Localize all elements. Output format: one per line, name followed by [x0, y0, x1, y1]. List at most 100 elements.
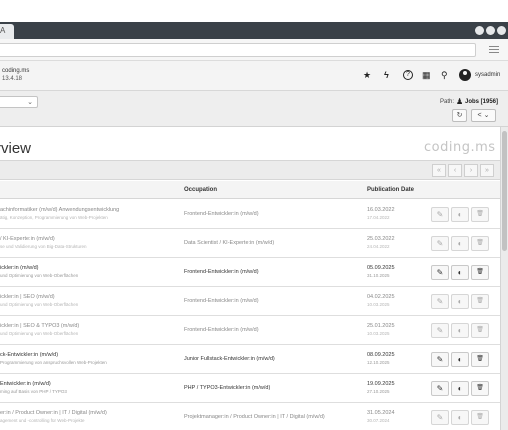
end-date: 12.10.2025 [367, 360, 390, 365]
table-row[interactable]: ickler:in (m/w/d) und Optimierung von Web… [0, 258, 500, 287]
star-icon[interactable]: ★ [363, 70, 371, 80]
grid-icon[interactable]: ▦ [422, 70, 431, 80]
screen-top-margin [0, 0, 508, 22]
chevron-down-icon: ⌄ [27, 99, 33, 106]
occupation-cell: Data Scientist / KI-Experte:in (m/w/d) [184, 240, 275, 246]
view-select[interactable]: ⌄ [0, 96, 38, 108]
column-header-publication-date[interactable]: Publication Date [367, 187, 414, 193]
job-teaser: und Optimierung von Web-Oberflächen [0, 273, 79, 278]
end-date: 31.10.2025 [367, 273, 390, 278]
table-row[interactable]: ickler:in | SEO (m/w/d) und Optimierung v… [0, 287, 500, 316]
visibility-toggle-icon[interactable]: ◐ [451, 352, 469, 367]
job-teaser: Programmierung von anspruchsvollen Web-P… [0, 360, 107, 365]
table-row[interactable]: er:in / Product Owner:in | IT / Digital … [0, 403, 500, 430]
end-date: 27.10.2025 [367, 389, 390, 394]
username[interactable]: sysadmin [475, 72, 500, 78]
last-page-button[interactable]: » [480, 164, 494, 177]
tab-label: A [0, 26, 6, 35]
job-teaser: se und Validierung von Big-Data-Struktur… [0, 244, 87, 249]
publication-date: 25.01.2025 [367, 323, 395, 329]
end-date: 24.04.2022 [367, 244, 390, 249]
delete-icon[interactable]: 🗑 [471, 236, 489, 251]
delete-icon[interactable]: 🗑 [471, 265, 489, 280]
scrollbar[interactable] [500, 127, 508, 430]
first-page-button[interactable]: « [432, 164, 446, 177]
publication-date: 31.05.2024 [367, 410, 395, 416]
publication-date: 05.09.2025 [367, 265, 395, 271]
table-header: Occupation Publication Date [0, 181, 500, 199]
end-date: 10.03.2025 [367, 331, 390, 336]
user-avatar-icon[interactable] [459, 69, 471, 81]
delete-icon[interactable]: 🗑 [471, 352, 489, 367]
edit-icon[interactable]: ✎ [431, 410, 449, 425]
publication-date: 16.03.2022 [367, 207, 395, 213]
address-bar[interactable] [0, 43, 476, 57]
pagination-bar: « ‹ › » [0, 160, 500, 180]
publication-date: 04.02.2025 [367, 294, 395, 300]
visibility-toggle-icon[interactable]: ◐ [451, 265, 469, 280]
brand-logo: coding.ms [424, 140, 496, 155]
job-title[interactable]: er:in / Product Owner:in | IT / Digital … [0, 410, 107, 416]
edit-icon[interactable]: ✎ [431, 236, 449, 251]
table-row[interactable]: achinformatiker (m/w/d) Anwendungsentwic… [0, 200, 500, 229]
edit-icon[interactable]: ✎ [431, 207, 449, 222]
table-row[interactable]: ickler:in | SEO & TYPO3 (m/w/d) und Optim… [0, 316, 500, 345]
visibility-toggle-icon[interactable]: ◐ [451, 381, 469, 396]
window-minimize-button[interactable] [475, 26, 484, 35]
hamburger-menu-icon[interactable] [489, 46, 499, 54]
table-row[interactable]: ck-Entwickler:in (m/w/d) Programmierung v… [0, 345, 500, 374]
help-icon[interactable]: ? [403, 70, 413, 80]
job-title[interactable]: ickler:in | SEO (m/w/d) [0, 294, 55, 300]
path-label: Path: [440, 99, 455, 105]
doc-header: ⌄ Path: ♟ Jobs [1956] ↻ < ⌄ [0, 91, 508, 127]
refresh-button[interactable]: ↻ [452, 109, 467, 122]
module-header: coding.ms 13.4.18 ★ ϟ ? ▦ ⚲ sysadmin [0, 61, 508, 91]
next-page-button[interactable]: › [464, 164, 478, 177]
column-header-occupation[interactable]: Occupation [184, 187, 217, 193]
table-row[interactable]: / KI-Experte:in (m/w/d) se und Validierun… [0, 229, 500, 258]
delete-icon[interactable]: 🗑 [471, 410, 489, 425]
edit-icon[interactable]: ✎ [431, 381, 449, 396]
site-version: 13.4.18 [2, 76, 23, 82]
edit-icon[interactable]: ✎ [431, 352, 449, 367]
share-button[interactable]: < ⌄ [471, 109, 496, 122]
end-date: 17.04.2022 [367, 215, 390, 220]
delete-icon[interactable]: 🗑 [471, 207, 489, 222]
publication-date: 19.09.2025 [367, 381, 395, 387]
delete-icon[interactable]: 🗑 [471, 323, 489, 338]
bolt-icon[interactable]: ϟ [384, 70, 389, 80]
search-icon[interactable]: ⚲ [441, 70, 448, 80]
path-title[interactable]: Jobs [1956] [465, 99, 498, 105]
visibility-toggle-icon[interactable]: ◐ [451, 323, 469, 338]
delete-icon[interactable]: 🗑 [471, 381, 489, 396]
browser-tab[interactable]: A [0, 24, 14, 39]
visibility-toggle-icon[interactable]: ◐ [451, 410, 469, 425]
browser-titlebar: A [0, 22, 508, 39]
table-row[interactable]: Entwickler:in (m/w/d) ming auf Basis von … [0, 374, 500, 403]
job-title[interactable]: ickler:in (m/w/d) [0, 265, 39, 271]
job-title[interactable]: ickler:in | SEO & TYPO3 (m/w/d) [0, 323, 79, 329]
occupation-cell: PHP / TYPO3-Entwickler:in (m/w/d) [184, 385, 271, 391]
edit-icon[interactable]: ✎ [431, 323, 449, 338]
edit-icon[interactable]: ✎ [431, 294, 449, 309]
visibility-toggle-icon[interactable]: ◐ [451, 207, 469, 222]
window-close-button[interactable] [497, 26, 506, 35]
visibility-toggle-icon[interactable]: ◐ [451, 236, 469, 251]
share-icon: < ⌄ [477, 112, 490, 119]
visibility-toggle-icon[interactable]: ◐ [451, 294, 469, 309]
job-teaser: ming auf Basis von PHP / TYPO3 [0, 389, 67, 394]
prev-page-button[interactable]: ‹ [448, 164, 462, 177]
site-name[interactable]: coding.ms [2, 68, 29, 74]
page-title: rview [0, 140, 32, 157]
edit-icon[interactable]: ✎ [431, 265, 449, 280]
job-teaser: agement und -controlling für Web-Projekt… [0, 418, 85, 423]
occupation-cell: Frontend-Entwickler:in (m/w/d) [184, 269, 259, 275]
scroll-thumb[interactable] [502, 131, 507, 251]
job-title[interactable]: ck-Entwickler:in (m/w/d) [0, 352, 58, 358]
occupation-cell: Frontend-Entwickler:in (m/w/d) [184, 327, 259, 333]
job-title[interactable]: achinformatiker (m/w/d) Anwendungsentwic… [0, 207, 119, 213]
delete-icon[interactable]: 🗑 [471, 294, 489, 309]
window-maximize-button[interactable] [486, 26, 495, 35]
job-title[interactable]: / KI-Experte:in (m/w/d) [0, 236, 55, 242]
job-title[interactable]: Entwickler:in (m/w/d) [0, 381, 51, 387]
